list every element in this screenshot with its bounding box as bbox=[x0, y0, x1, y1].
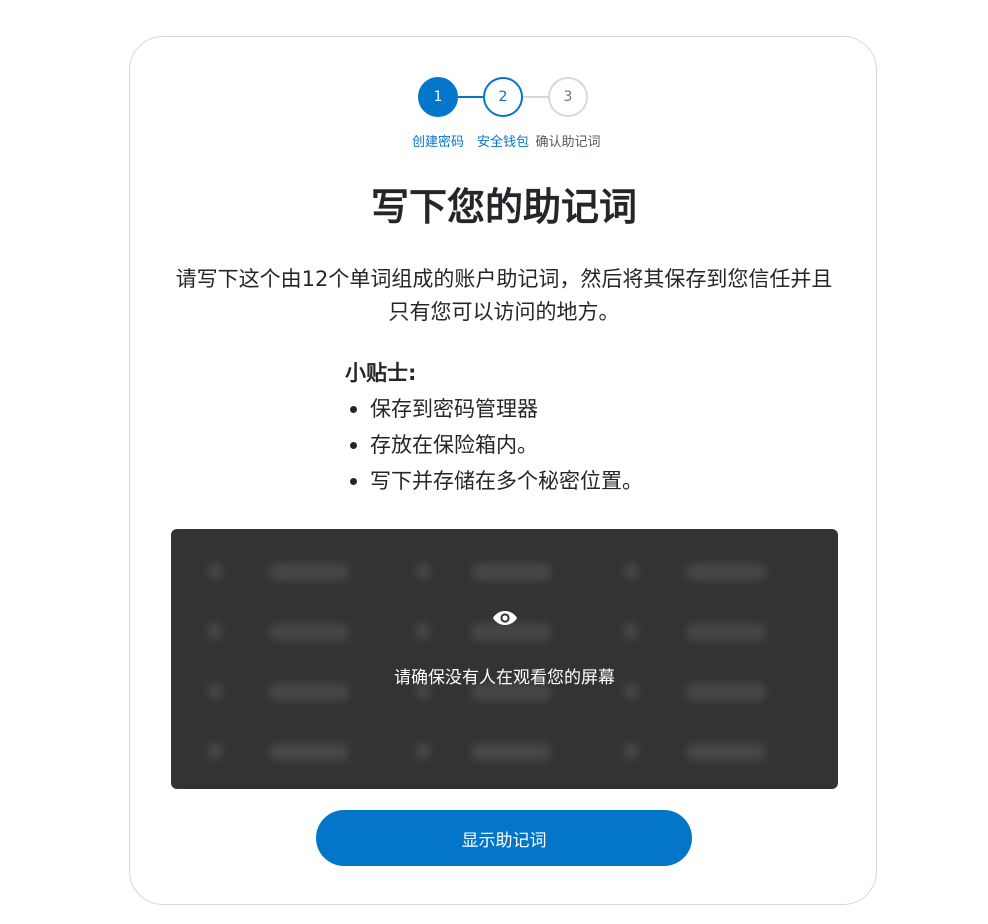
blurred-word bbox=[208, 743, 222, 759]
blurred-word bbox=[686, 623, 766, 641]
bullet-icon bbox=[350, 406, 357, 413]
step-1-label: 创建密码 bbox=[411, 135, 464, 150]
tips-title: 小贴士: bbox=[345, 361, 417, 385]
page-description: 请写下这个由12个单词组成的账户助记词，然后将其保存到您信任并且只有您可以访问的… bbox=[175, 267, 833, 324]
blurred-phrase-grid bbox=[171, 529, 838, 789]
reveal-srp-button[interactable]: 显示助记词 bbox=[316, 810, 692, 866]
srp-warning-text: 请确保没有人在观看您的屏幕 bbox=[394, 668, 615, 688]
step-2-number: 2 bbox=[498, 89, 508, 105]
eye-icon[interactable] bbox=[492, 607, 518, 629]
blurred-word bbox=[624, 563, 638, 579]
step-3-indicator: 3 bbox=[548, 77, 588, 117]
progress-stepper: 1 2 3 创建密码 安全钱包 确认助记词 bbox=[130, 77, 878, 177]
blurred-word bbox=[624, 743, 638, 759]
page-title: 写下您的助记词 bbox=[370, 185, 637, 229]
stepper-connector bbox=[458, 96, 483, 98]
list-item: 保存到密码管理器 bbox=[345, 391, 685, 427]
step-3-number: 3 bbox=[563, 89, 573, 105]
tips-section: 小贴士: 保存到密码管理器 存放在保险箱内。 写下并存储在多个秘密位置。 bbox=[345, 355, 685, 499]
blurred-word bbox=[471, 563, 551, 581]
blurred-word bbox=[686, 563, 766, 581]
list-item: 存放在保险箱内。 bbox=[345, 427, 685, 463]
blurred-word bbox=[624, 623, 638, 639]
step-3-label: 确认助记词 bbox=[535, 135, 601, 150]
tip-text: 存放在保险箱内。 bbox=[370, 433, 538, 457]
blurred-word bbox=[208, 563, 222, 579]
bullet-icon bbox=[350, 478, 357, 485]
onboarding-card: 1 2 3 创建密码 安全钱包 确认助记词 写下您的助记词 请写下这个由12个单… bbox=[129, 36, 877, 905]
blurred-word bbox=[269, 743, 349, 761]
blurred-word bbox=[471, 743, 551, 761]
step-2-indicator: 2 bbox=[483, 77, 523, 117]
stepper-connector bbox=[523, 96, 548, 98]
step-2-label: 安全钱包 bbox=[476, 135, 529, 150]
tips-list: 保存到密码管理器 存放在保险箱内。 写下并存储在多个秘密位置。 bbox=[345, 391, 685, 499]
tip-text: 写下并存储在多个秘密位置。 bbox=[370, 469, 643, 493]
blurred-word bbox=[208, 623, 222, 639]
step-1-number: 1 bbox=[433, 89, 443, 105]
blurred-word bbox=[269, 563, 349, 581]
blurred-word bbox=[269, 623, 349, 641]
tip-text: 保存到密码管理器 bbox=[370, 397, 538, 421]
blurred-word bbox=[416, 743, 430, 759]
secret-recovery-phrase-box[interactable]: 请确保没有人在观看您的屏幕 bbox=[171, 529, 838, 789]
blurred-word bbox=[416, 623, 430, 639]
blurred-word bbox=[416, 563, 430, 579]
step-1-indicator: 1 bbox=[418, 77, 458, 117]
bullet-icon bbox=[350, 442, 357, 449]
list-item: 写下并存储在多个秘密位置。 bbox=[345, 463, 685, 499]
blurred-word bbox=[686, 743, 766, 761]
